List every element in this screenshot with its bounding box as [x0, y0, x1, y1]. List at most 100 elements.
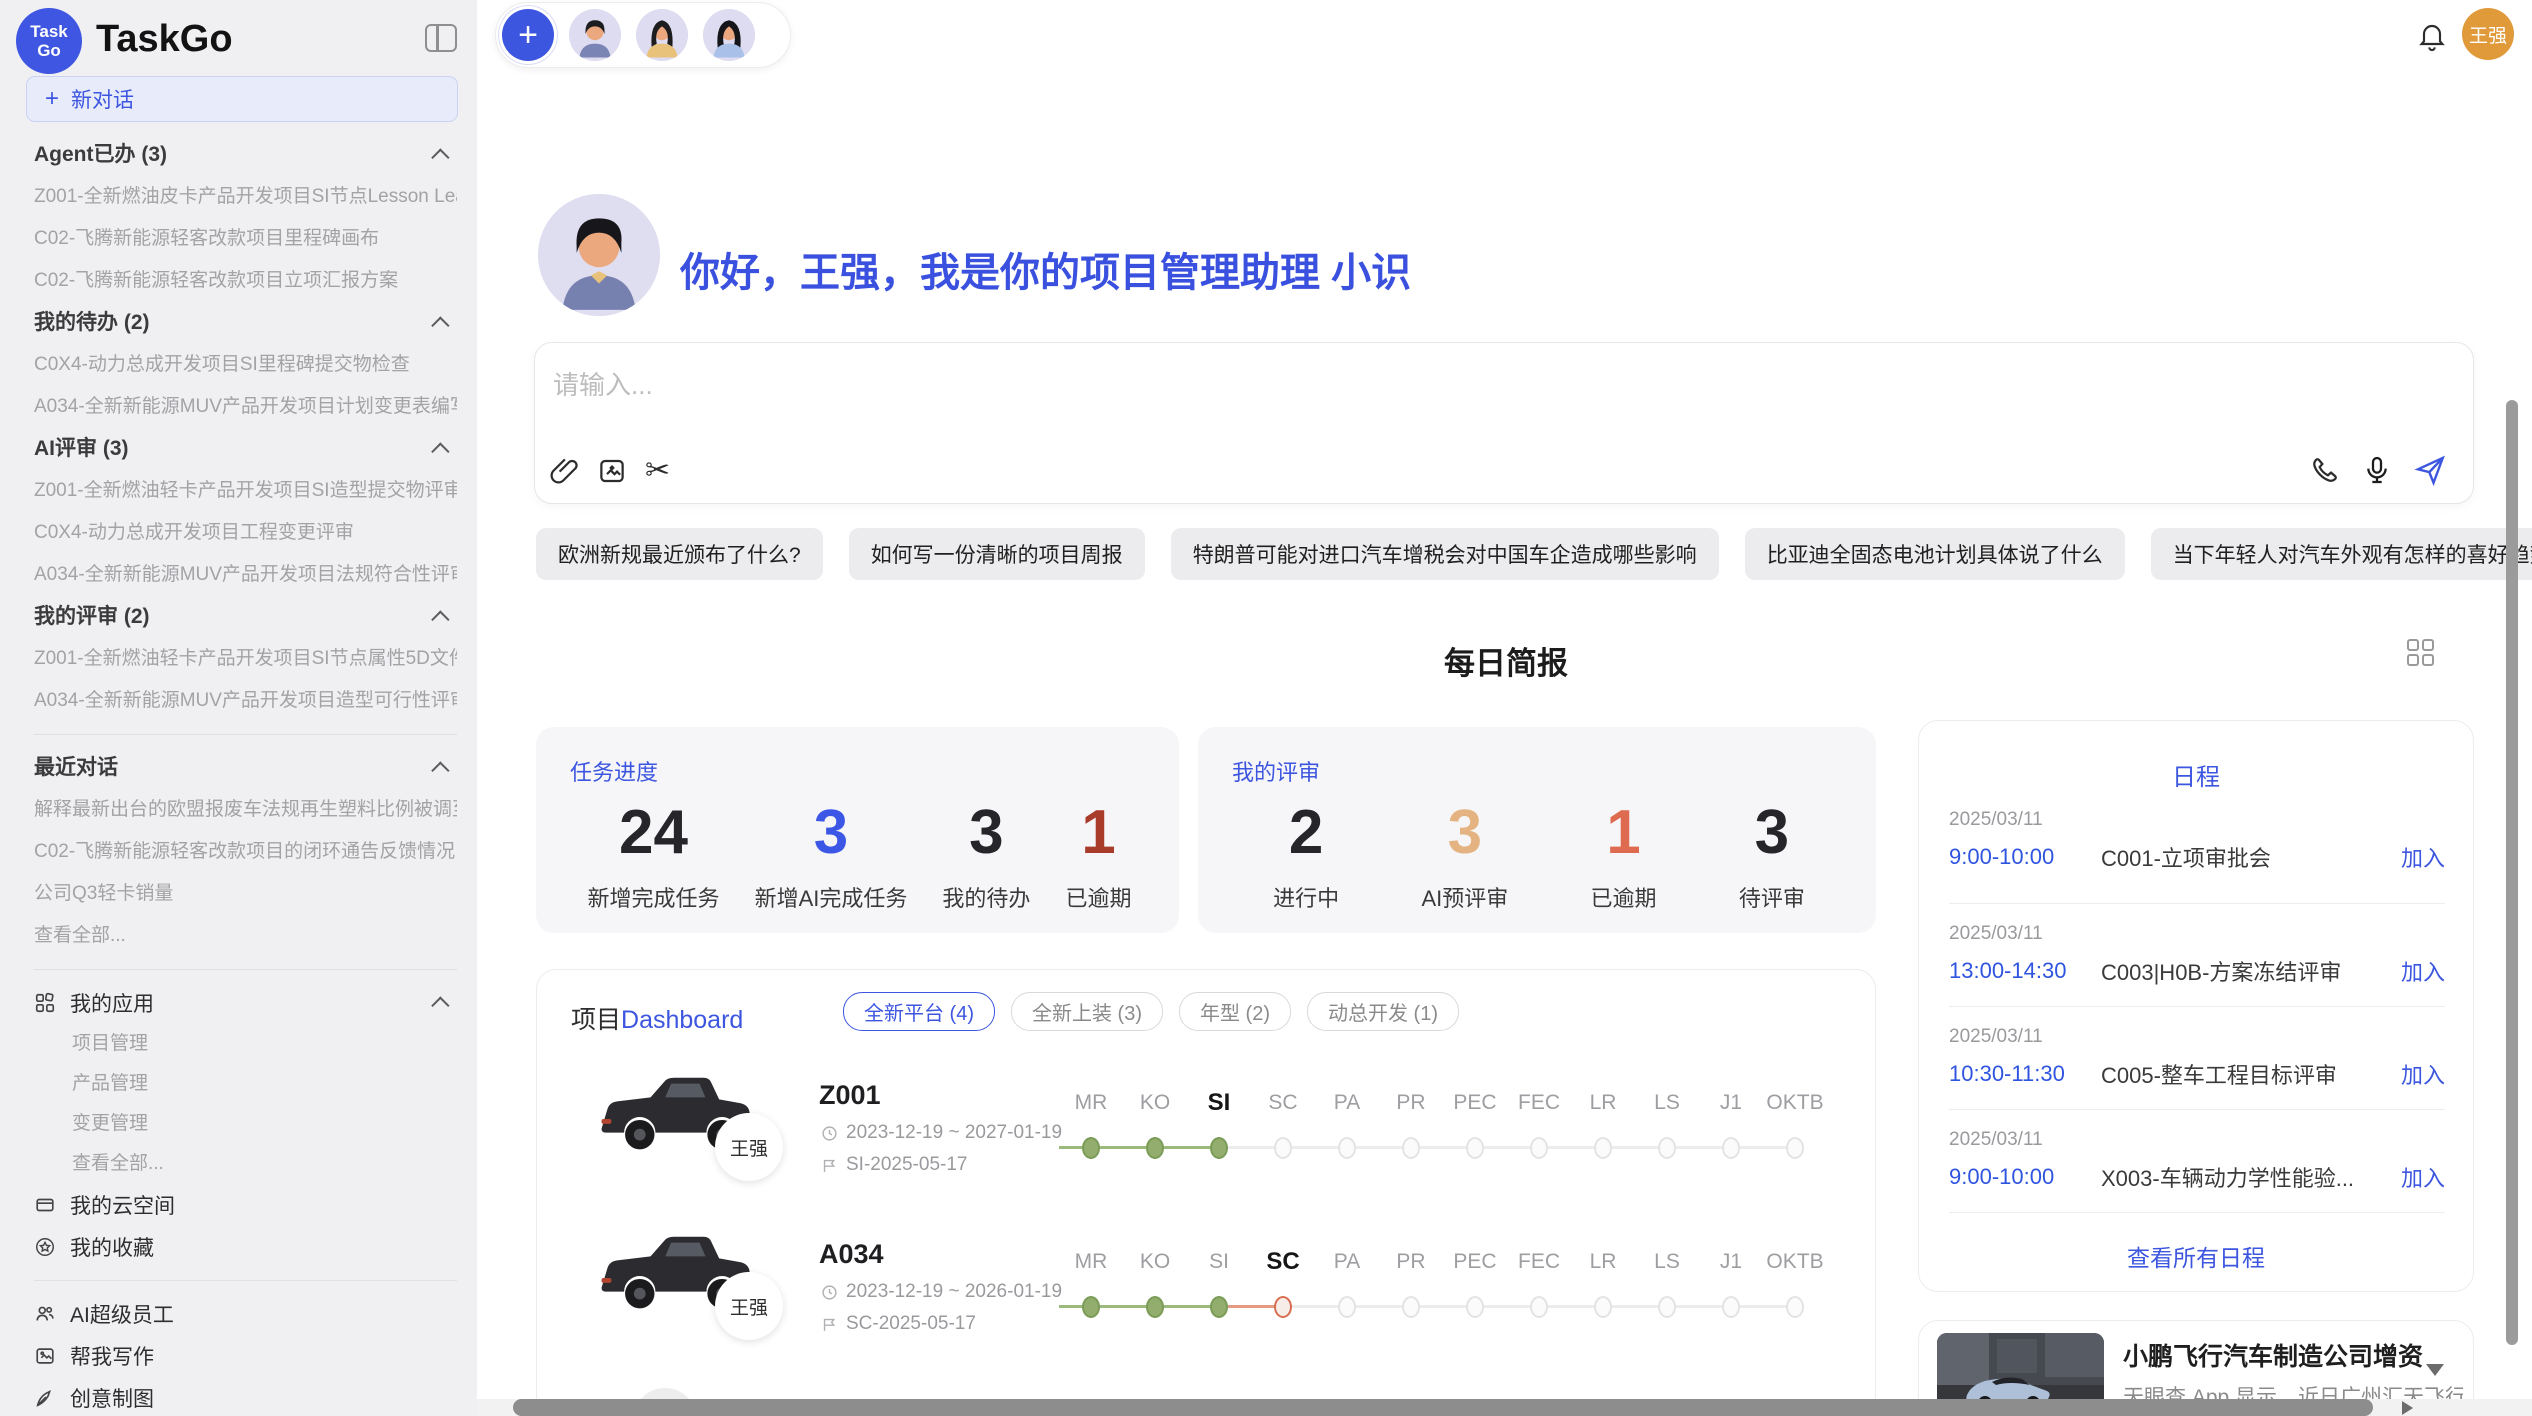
- join-link[interactable]: 加入: [2401, 1058, 2445, 1090]
- sidebar-item-ai-staff[interactable]: AI超级员工: [34, 1293, 457, 1335]
- suggestion-chip[interactable]: 特朗普可能对进口汽车增税会对中国车企造成哪些影响: [1171, 528, 1719, 580]
- milestone-dot-pending[interactable]: [1466, 1296, 1484, 1318]
- sidebar-item[interactable]: Z001-全新燃油轻卡产品开发项目SI造型提交物评审: [34, 470, 457, 512]
- milestone-dot-overdue[interactable]: [1274, 1296, 1292, 1318]
- sidebar-item-creative-draw[interactable]: 创意制图: [34, 1377, 457, 1416]
- project-code: Z001: [819, 1080, 881, 1111]
- scroll-right-arrow-icon[interactable]: [2402, 1401, 2413, 1415]
- image-icon[interactable]: [597, 456, 627, 486]
- milestone-dot-pending[interactable]: [1658, 1296, 1676, 1318]
- sidebar-item[interactable]: C02-飞腾新能源轻客改款项目里程碑画布: [34, 218, 457, 260]
- sidebar-item-view-all[interactable]: 查看全部...: [34, 915, 457, 957]
- suggestion-chips: 欧洲新规最近颁布了什么? 如何写一份清晰的项目周报 特朗普可能对进口汽车增税会对…: [536, 528, 2476, 580]
- stat-label: 进行中: [1273, 881, 1339, 913]
- milestone-dot-pending[interactable]: [1402, 1296, 1420, 1318]
- microphone-icon[interactable]: [2361, 454, 2393, 486]
- agent-avatar-2[interactable]: [636, 9, 688, 61]
- horizontal-scrollbar-thumb[interactable]: [513, 1399, 2373, 1416]
- filter-new-body[interactable]: 全新上装 (3): [1011, 992, 1163, 1031]
- milestone-dot-pending[interactable]: [1530, 1137, 1548, 1159]
- sidebar-item[interactable]: Z001-全新燃油皮卡产品开发项目SI节点Lesson Learn报告: [34, 176, 457, 218]
- milestone-dot-pending[interactable]: [1786, 1137, 1804, 1159]
- milestone-label: J1: [1699, 1090, 1763, 1116]
- sidebar-item[interactable]: 解释最新出台的欧盟报废车法规再生塑料比例被调至15%...: [34, 789, 457, 831]
- star-badge-icon: [34, 1236, 56, 1258]
- sidebar-subitem-view-all[interactable]: 查看全部...: [34, 1144, 457, 1184]
- suggestion-chip[interactable]: 比亚迪全固态电池计划具体说了什么: [1745, 528, 2125, 580]
- milestone-dot-pending[interactable]: [1658, 1137, 1676, 1159]
- milestone-dot-pending[interactable]: [1530, 1296, 1548, 1318]
- stat-value: 1: [1081, 801, 1115, 865]
- sidebar-item[interactable]: C02-飞腾新能源轻客改款项目的闭环通告反馈情况: [34, 831, 457, 873]
- milestone-dot-done[interactable]: [1082, 1296, 1100, 1318]
- sidebar-item[interactable]: C02-飞腾新能源轻客改款项目立项汇报方案: [34, 260, 457, 302]
- milestone-dot-done[interactable]: [1146, 1137, 1164, 1159]
- milestone-dot-done[interactable]: [1146, 1296, 1164, 1318]
- group-label: 我的评审 (2): [34, 596, 150, 638]
- sidebar-group-recent[interactable]: 最近对话: [34, 747, 457, 789]
- sidebar-item[interactable]: 公司Q3轻卡销量: [34, 873, 457, 915]
- suggestion-chip[interactable]: 当下年轻人对汽车外观有怎样的喜好趋势: [2151, 528, 2532, 580]
- join-link[interactable]: 加入: [2401, 1161, 2445, 1193]
- schedule-item: 2025/03/11 9:00-10:00C001-立项审批会加入: [1949, 809, 2445, 873]
- sidebar-item[interactable]: A034-全新新能源MUV产品开发项目法规符合性评审: [34, 554, 457, 596]
- phone-icon[interactable]: [2309, 454, 2341, 486]
- filter-model-year[interactable]: 年型 (2): [1179, 992, 1291, 1031]
- agent-avatar-1[interactable]: [569, 9, 621, 61]
- filter-new-platform[interactable]: 全新平台 (4): [843, 992, 995, 1031]
- milestone-dot-pending[interactable]: [1594, 1296, 1612, 1318]
- sidebar-subitem-project-mgmt[interactable]: 项目管理: [34, 1024, 457, 1064]
- milestone-dot-done[interactable]: [1082, 1137, 1100, 1159]
- sidebar-group-ai-review[interactable]: AI评审 (3): [34, 428, 457, 470]
- agent-avatar-3[interactable]: [703, 9, 755, 61]
- send-icon[interactable]: [2413, 453, 2447, 487]
- sidebar-item[interactable]: A034-全新新能源MUV产品开发项目计划变更表编写: [34, 386, 457, 428]
- suggestion-chip[interactable]: 欧洲新规最近颁布了什么?: [536, 528, 823, 580]
- milestone-dot-pending[interactable]: [1338, 1296, 1356, 1318]
- scissors-icon[interactable]: ✂: [645, 455, 670, 487]
- vertical-scrollbar-thumb[interactable]: [2506, 400, 2518, 1345]
- milestone-dot-pending[interactable]: [1594, 1137, 1612, 1159]
- milestone-dot-pending[interactable]: [1338, 1137, 1356, 1159]
- milestone-dot-pending[interactable]: [1402, 1137, 1420, 1159]
- user-avatar[interactable]: 王强: [2462, 8, 2514, 60]
- milestone-dot-pending[interactable]: [1466, 1137, 1484, 1159]
- new-chat-button[interactable]: + 新对话: [26, 76, 458, 122]
- milestone-dot-pending[interactable]: [1274, 1137, 1292, 1159]
- milestone-dot-pending[interactable]: [1722, 1137, 1740, 1159]
- sidebar-subitem-change-mgmt[interactable]: 变更管理: [34, 1104, 457, 1144]
- sidebar-item-cloud-space[interactable]: 我的云空间: [34, 1184, 457, 1226]
- milestone-dot-pending[interactable]: [1786, 1296, 1804, 1318]
- filter-powertrain[interactable]: 动总开发 (1): [1307, 992, 1459, 1031]
- milestone-dot-done[interactable]: [1210, 1296, 1228, 1318]
- join-link[interactable]: 加入: [2401, 955, 2445, 987]
- sidebar-subitem-product-mgmt[interactable]: 产品管理: [34, 1064, 457, 1104]
- sidebar-collapse-icon[interactable]: [425, 24, 457, 52]
- milestone-row: MR KO SI SC PA PR PEC FEC LR LS J1 OKTB: [1059, 1090, 1829, 1170]
- sidebar-item[interactable]: Z001-全新燃油轻卡产品开发项目SI节点属性5D文件评审: [34, 638, 457, 680]
- card-title: 我的评审: [1232, 755, 1846, 787]
- join-link[interactable]: 加入: [2401, 841, 2445, 873]
- clock-icon: [821, 1125, 838, 1142]
- notification-bell-icon[interactable]: [2416, 20, 2448, 52]
- layout-grid-icon[interactable]: [2404, 636, 2436, 668]
- suggestion-chip[interactable]: 如何写一份清晰的项目周报: [849, 528, 1145, 580]
- sidebar-item[interactable]: C0X4-动力总成开发项目SI里程碑提交物检查: [34, 344, 457, 386]
- sidebar-item[interactable]: C0X4-动力总成开发项目工程变更评审: [34, 512, 457, 554]
- divider: [34, 734, 457, 735]
- milestone-dot-pending[interactable]: [1722, 1296, 1740, 1318]
- scroll-down-arrow-icon[interactable]: [2426, 1364, 2444, 1376]
- sidebar-item-favorites[interactable]: 我的收藏: [34, 1226, 457, 1268]
- sidebar-group-my-todo[interactable]: 我的待办 (2): [34, 302, 457, 344]
- sidebar-group-agent-done[interactable]: Agent已办 (3): [34, 134, 457, 176]
- view-all-schedule-link[interactable]: 查看所有日程: [1919, 1239, 2473, 1273]
- input-attachments: ✂: [549, 455, 670, 487]
- sidebar-item-help-write[interactable]: 帮我写作: [34, 1335, 457, 1377]
- sidebar-item[interactable]: A034-全新新能源MUV产品开发项目造型可行性评审: [34, 680, 457, 722]
- paperclip-icon[interactable]: [549, 456, 579, 486]
- sidebar-group-my-review[interactable]: 我的评审 (2): [34, 596, 457, 638]
- chat-input[interactable]: 请输入... ✂: [534, 342, 2474, 504]
- milestone-dot-active[interactable]: [1210, 1137, 1228, 1159]
- sidebar-item-my-apps[interactable]: 我的应用: [34, 982, 457, 1024]
- new-session-button[interactable]: +: [502, 9, 554, 61]
